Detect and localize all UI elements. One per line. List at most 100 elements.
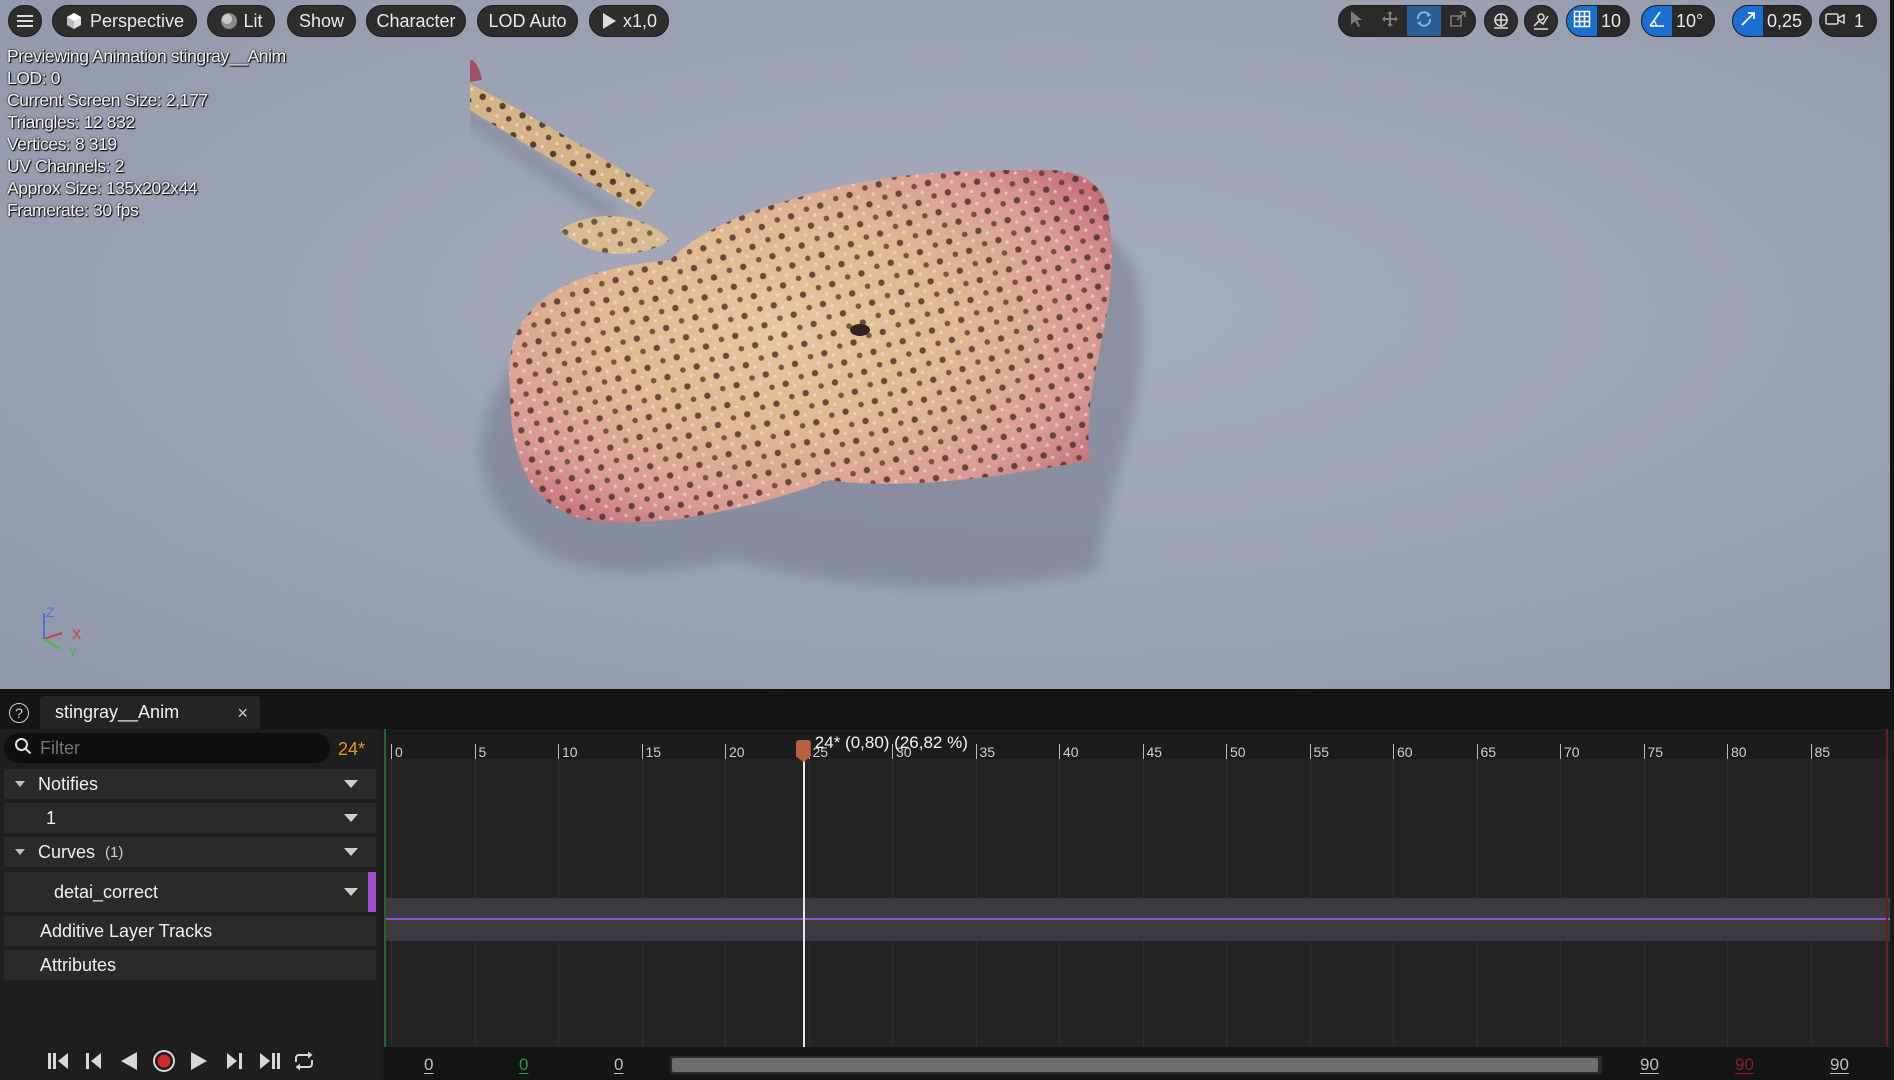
ruler-tick-label: 75 [1647,744,1664,760]
scale-snap-toggle[interactable] [1733,6,1763,36]
play-button[interactable] [186,1051,212,1077]
grid-snap-value: 10 [1600,10,1621,31]
loop-icon [292,1050,316,1077]
viewport-stats: Previewing Animation stingray__Anim LOD:… [7,45,286,221]
step-back-icon [83,1050,105,1077]
attributes-track[interactable]: Attributes [4,950,376,980]
scale-snap-group[interactable]: 0,25 [1732,5,1812,37]
curve-track-detai-correct[interactable]: detai_correct [4,872,376,912]
curves-dropdown-icon[interactable] [344,848,358,856]
playback-range-end[interactable]: 90 [1640,1055,1659,1075]
rotate-mode-button[interactable] [1407,6,1441,36]
view-range-start[interactable]: 0 [424,1055,433,1075]
timeline-scroll-thumb[interactable] [672,1058,1598,1072]
view-range-end[interactable]: 90 [1830,1055,1849,1075]
ruler-tick [1643,744,1645,759]
playback-speed-button[interactable]: x1,0 [589,5,669,37]
world-icon [1491,11,1511,31]
expand-triangle-icon[interactable] [14,778,26,790]
lit-button[interactable]: Lit [207,5,275,37]
curve-color-swatch [368,872,376,912]
notify-track-1[interactable]: 1 [4,803,376,833]
translate-mode-button[interactable] [1373,6,1407,36]
lit-label: Lit [243,10,263,31]
curve-name-label: detai_correct [54,881,159,902]
ruler-tick [1393,744,1394,759]
grid-snap-group[interactable]: 10 [1566,5,1630,37]
curves-label: Curves [38,841,96,862]
record-button[interactable] [151,1049,177,1078]
rotation-snap-group[interactable]: 10° [1641,5,1715,37]
additive-label: Additive Layer Tracks [40,920,213,941]
ruler-tick-label: 5 [478,744,487,760]
stingray-model[interactable] [470,60,1340,650]
scale-mode-button[interactable] [1441,6,1475,36]
loop-button[interactable] [291,1051,317,1077]
surface-snap-icon [1531,11,1551,31]
tab-bar: ? stingray__Anim × [0,693,1894,729]
attributes-label: Attributes [40,954,117,975]
ruler-tick [1309,744,1311,759]
step-forward-button[interactable] [221,1051,247,1077]
close-icon[interactable]: × [237,703,248,724]
skip-to-start-icon [46,1050,72,1077]
perspective-label: Perspective [89,10,184,31]
jump-to-end-button[interactable] [256,1051,282,1077]
ruler-tick [474,744,476,759]
move-icon [1381,10,1399,33]
viewport-menu-button[interactable] [8,5,42,37]
curve-dropdown-icon[interactable] [344,888,358,896]
curves-track-header[interactable]: Curves (1) [4,837,376,867]
jump-to-start-button[interactable] [46,1051,72,1077]
search-icon [14,737,32,760]
lod-button[interactable]: LOD Auto [477,5,578,37]
rotation-snap-toggle[interactable] [1642,6,1672,36]
character-button[interactable]: Character [366,5,466,37]
tab-stingray-anim[interactable]: stingray__Anim × [40,696,260,729]
filter-box[interactable] [4,733,330,763]
filter-input[interactable] [40,737,320,759]
working-range-start[interactable]: 0 [519,1055,528,1075]
axis-x-label: X [72,626,82,642]
play-reverse-button[interactable] [116,1051,142,1077]
grid-icon [1573,10,1591,33]
camera-speed-group[interactable]: 1 [1819,5,1877,37]
perspective-button[interactable]: Perspective [52,5,197,37]
curve-line [384,918,1890,920]
cursor-icon [1349,10,1363,33]
expand-triangle-icon[interactable] [14,846,26,858]
ruler-tick-label: 65 [1480,744,1497,760]
notify-track-dropdown-icon[interactable] [344,814,358,822]
grid-snap-toggle[interactable] [1567,6,1597,36]
select-mode-button[interactable] [1339,6,1373,36]
viewport[interactable]: Perspective Lit Show Character LOD Auto … [0,0,1894,689]
skip-to-end-icon [256,1050,282,1077]
rotate-icon [1415,10,1433,33]
curve-track-lane[interactable] [384,898,1890,941]
track-list-panel: 24* Notifies 1 Curves (1) detai_correct … [0,729,380,1080]
working-range-end[interactable]: 90 [1735,1055,1754,1075]
axis-y-label: Y [68,644,78,660]
additive-layer-tracks[interactable]: Additive Layer Tracks [4,916,376,946]
show-button[interactable]: Show [287,5,356,37]
step-back-button[interactable] [81,1051,107,1077]
playback-range-start[interactable]: 0 [614,1055,623,1075]
transport-controls [0,1047,380,1080]
record-icon [152,1049,176,1078]
ruler-tick-label: 70 [1564,744,1580,760]
camera-speed-toggle[interactable] [1820,6,1850,36]
notifies-track-header[interactable]: Notifies [4,769,376,799]
ruler-tick [725,744,726,759]
help-icon[interactable]: ? [9,703,29,723]
timeline-area[interactable]: 0 5 10 15 20 25 30 35 40 45 50 55 60 65 70 75 80 85 24* (… [384,729,1890,1047]
stat-uv-channels: UV Channels: 2 [7,156,124,176]
surface-snap-button[interactable] [1524,5,1558,37]
world-local-button[interactable] [1484,5,1518,37]
ruler-tick [1810,744,1812,759]
time-ruler[interactable]: 0 5 10 15 20 25 30 35 40 45 50 55 60 65 70 75 80 85 [384,729,1890,760]
play-icon [601,11,617,31]
curves-count: (1) [105,843,124,861]
notifies-dropdown-icon[interactable] [344,780,358,788]
timeline-scrollbar[interactable] [670,1056,1602,1074]
scale-snap-icon [1739,10,1757,33]
